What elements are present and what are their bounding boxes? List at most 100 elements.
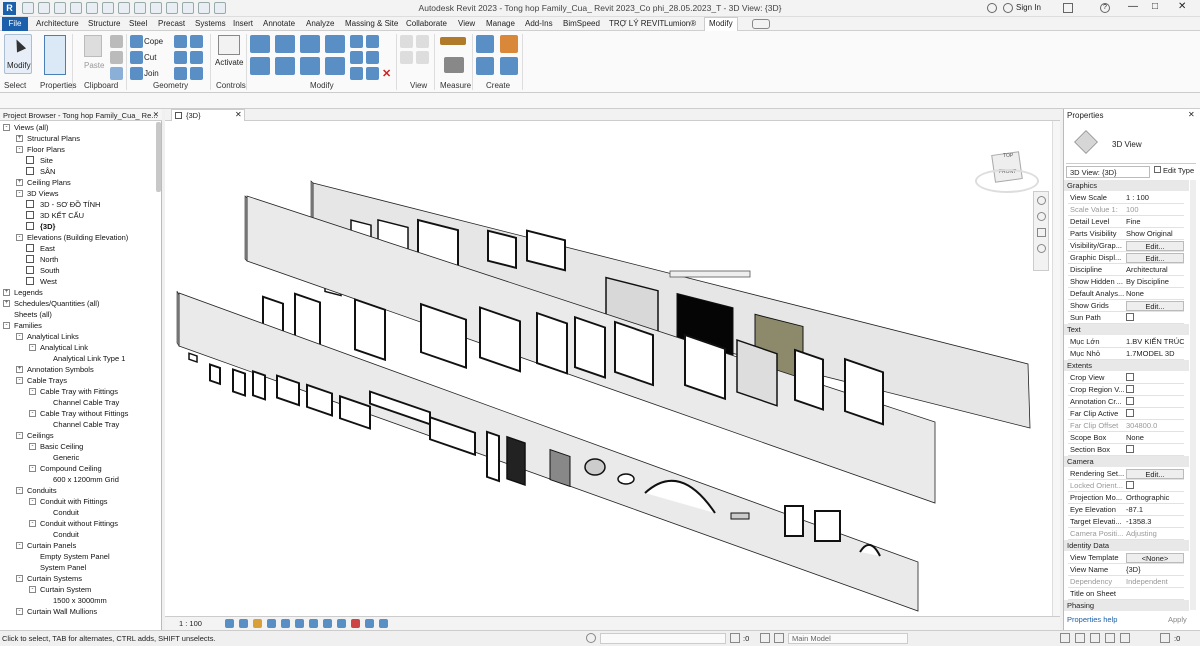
tree-expander-icon[interactable]: +: [3, 300, 10, 307]
tree-expander-icon[interactable]: +: [3, 289, 10, 296]
tree-item[interactable]: SÂN: [40, 167, 55, 176]
property-edit-button[interactable]: Edit...: [1126, 253, 1184, 263]
lightbulb-icon[interactable]: [400, 35, 413, 48]
tree-item[interactable]: Ceiling Plans: [27, 178, 71, 187]
tree-expander-icon[interactable]: -: [29, 520, 36, 527]
tree-item[interactable]: Cable Tray without Fittings: [40, 409, 128, 418]
split-face-icon[interactable]: [174, 35, 187, 48]
tree-item[interactable]: System Panel: [40, 563, 86, 572]
property-value[interactable]: 1 : 100: [1126, 193, 1184, 202]
hide-icon[interactable]: [416, 51, 429, 64]
tree-expander-icon[interactable]: -: [16, 190, 23, 197]
properties-scrollbar[interactable]: [1190, 180, 1196, 610]
tree-expander-icon[interactable]: -: [29, 388, 36, 395]
shadows-icon[interactable]: [267, 619, 276, 628]
visual-style-icon[interactable]: [239, 619, 248, 628]
dimension-icon[interactable]: [444, 57, 464, 73]
minimize-button[interactable]: —: [1128, 1, 1138, 12]
tab-annotate[interactable]: Annotate: [263, 19, 295, 28]
cope-label[interactable]: Cope: [144, 37, 163, 46]
select-by-face-icon[interactable]: [1105, 633, 1115, 643]
tree-item[interactable]: Floor Plans: [27, 145, 65, 154]
property-checkbox[interactable]: [1126, 373, 1184, 383]
apply-button[interactable]: Apply: [1168, 615, 1187, 624]
orbit-icon[interactable]: [1037, 244, 1046, 253]
tree-item[interactable]: Legends: [14, 288, 43, 297]
worksets-icon[interactable]: [586, 633, 596, 643]
measure-icon[interactable]: [440, 37, 466, 45]
checkbox-icon[interactable]: [1126, 409, 1134, 417]
tree-expander-icon[interactable]: -: [29, 344, 36, 351]
tab-structure[interactable]: Structure: [88, 19, 120, 28]
tree-item[interactable]: Conduit with Fittings: [40, 497, 108, 506]
array-icon[interactable]: [350, 51, 363, 64]
property-value[interactable]: {3D}: [1126, 565, 1184, 574]
checkbox-icon[interactable]: [1126, 481, 1134, 489]
create-parts-icon[interactable]: [476, 57, 494, 75]
panel-label-select[interactable]: Select: [4, 81, 26, 90]
drag-on-selection-icon[interactable]: [1120, 633, 1130, 643]
tree-expander-icon[interactable]: -: [16, 146, 23, 153]
tab-insert[interactable]: Insert: [233, 19, 253, 28]
remove-paint-icon[interactable]: [190, 51, 203, 64]
checkbox-icon[interactable]: [1126, 385, 1134, 393]
tree-expander-icon[interactable]: -: [16, 575, 23, 582]
split-icon[interactable]: [350, 35, 363, 48]
property-group-header[interactable]: Identity Data: [1064, 540, 1189, 551]
workset-dropdown[interactable]: [600, 633, 726, 644]
filter-icon[interactable]: [730, 633, 740, 643]
copy-clipboard-icon[interactable]: [110, 51, 123, 64]
cut-geometry-icon[interactable]: [130, 51, 143, 64]
search-icon[interactable]: [987, 3, 997, 13]
wall-joins-icon[interactable]: [190, 35, 203, 48]
tab-manage[interactable]: Manage: [486, 19, 515, 28]
trim-extend-icon[interactable]: [325, 57, 345, 75]
paste-label[interactable]: Paste: [84, 61, 104, 70]
pin-icon[interactable]: [350, 67, 363, 80]
tree-item[interactable]: Structural Plans: [27, 134, 80, 143]
tree-expander-icon[interactable]: +: [16, 135, 23, 142]
mirror-axis-icon[interactable]: [300, 35, 320, 53]
tree-expander-icon[interactable]: -: [16, 542, 23, 549]
tab-systems[interactable]: Systems: [195, 19, 226, 28]
tree-expander-icon[interactable]: -: [16, 333, 23, 340]
design-options-icon[interactable]: [760, 633, 770, 643]
close-tab-icon[interactable]: ✕: [235, 110, 242, 119]
tree-expander-icon[interactable]: -: [16, 377, 23, 384]
property-value[interactable]: None: [1126, 433, 1184, 442]
render-icon[interactable]: [281, 619, 290, 628]
tab-architecture[interactable]: Architecture: [36, 19, 79, 28]
analytical-model-icon[interactable]: [365, 619, 374, 628]
view-cube-top[interactable]: TOP: [1003, 153, 1013, 159]
crop-view-icon[interactable]: [295, 619, 304, 628]
scale-icon[interactable]: [366, 51, 379, 64]
tree-item[interactable]: Channel Cable Tray: [53, 398, 119, 407]
rotate-icon[interactable]: [300, 57, 320, 75]
tree-expander-icon[interactable]: -: [29, 443, 36, 450]
edit-type-button[interactable]: Edit Type: [1154, 166, 1194, 175]
sun-path-icon[interactable]: [253, 619, 262, 628]
type-selector[interactable]: 3D View: [1066, 124, 1196, 164]
tab-bimspeed[interactable]: BimSpeed: [563, 19, 600, 28]
select-links-icon[interactable]: [1060, 633, 1070, 643]
instance-selector[interactable]: 3D View: {3D}: [1066, 166, 1150, 178]
property-checkbox[interactable]: [1126, 313, 1184, 323]
create-assembly-icon[interactable]: [500, 35, 518, 53]
join-icon[interactable]: [130, 67, 143, 80]
tree-item[interactable]: Compound Ceiling: [40, 464, 102, 473]
tab-add-ins[interactable]: Add-Ins: [525, 19, 553, 28]
tree-item[interactable]: 3D KẾT CẤU: [40, 211, 84, 220]
view-cube[interactable]: TOP FRONT: [975, 149, 1039, 193]
property-value[interactable]: Orthographic: [1126, 493, 1184, 502]
close-icon[interactable]: ✕: [1188, 110, 1195, 119]
zoom-icon[interactable]: [1037, 212, 1046, 221]
tab-modify[interactable]: Modify: [704, 17, 738, 31]
temp-hide-icon[interactable]: [337, 619, 346, 628]
property-value[interactable]: Fine: [1126, 217, 1184, 226]
cut-label[interactable]: Cut: [144, 53, 156, 62]
property-value[interactable]: By Discipline: [1126, 277, 1184, 286]
tree-expander-icon[interactable]: +: [16, 366, 23, 373]
tree-expander-icon[interactable]: -: [3, 322, 10, 329]
tree-item[interactable]: Basic Ceiling: [40, 442, 83, 451]
property-edit-button[interactable]: Edit...: [1126, 241, 1184, 251]
